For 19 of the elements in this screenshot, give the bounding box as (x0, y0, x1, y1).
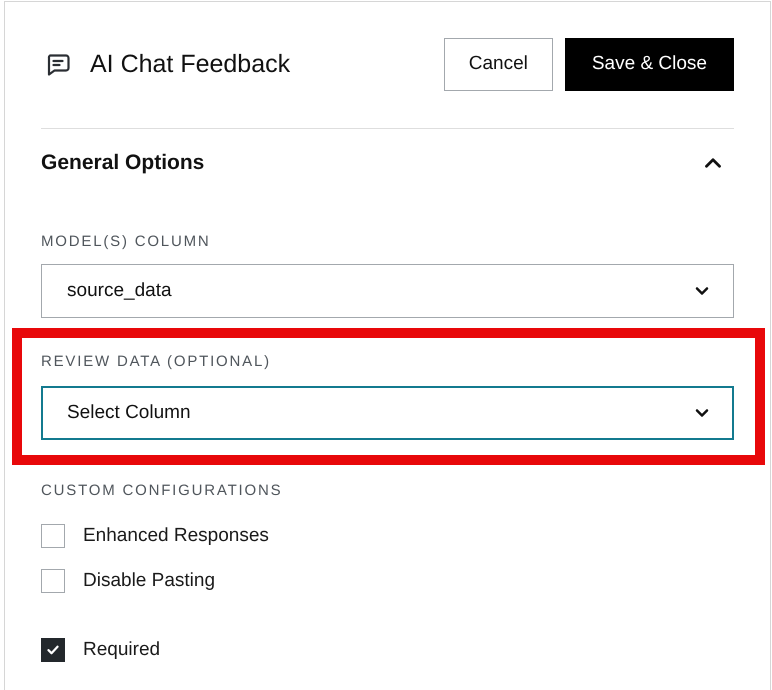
select-field[interactable]: Select Column (41, 386, 734, 440)
checkbox[interactable] (41, 569, 65, 593)
field-label: REVIEW DATA (OPTIONAL) (41, 353, 271, 371)
chat-bubble-icon (46, 54, 70, 76)
checkbox-label: Enhanced Responses (83, 524, 269, 548)
select-value: source_data (67, 278, 172, 303)
panel-title: AI Chat Feedback (90, 48, 290, 80)
checkbox-label: Disable Pasting (83, 569, 216, 593)
checkbox[interactable] (41, 638, 65, 662)
checkbox[interactable] (41, 524, 65, 548)
field-label: MODEL(S) COLUMN (41, 233, 211, 251)
checkmark-icon (47, 645, 59, 655)
save-button[interactable]: Save & Close (564, 38, 734, 91)
section-header[interactable]: General Options (41, 129, 734, 196)
cancel-button[interactable]: Cancel (444, 38, 553, 91)
checkbox-label: Required (83, 638, 160, 662)
select-field[interactable]: source_data (41, 264, 734, 318)
select-value: Select Column (67, 400, 191, 425)
section-label: CUSTOM CONFIGURATIONS (41, 482, 282, 500)
